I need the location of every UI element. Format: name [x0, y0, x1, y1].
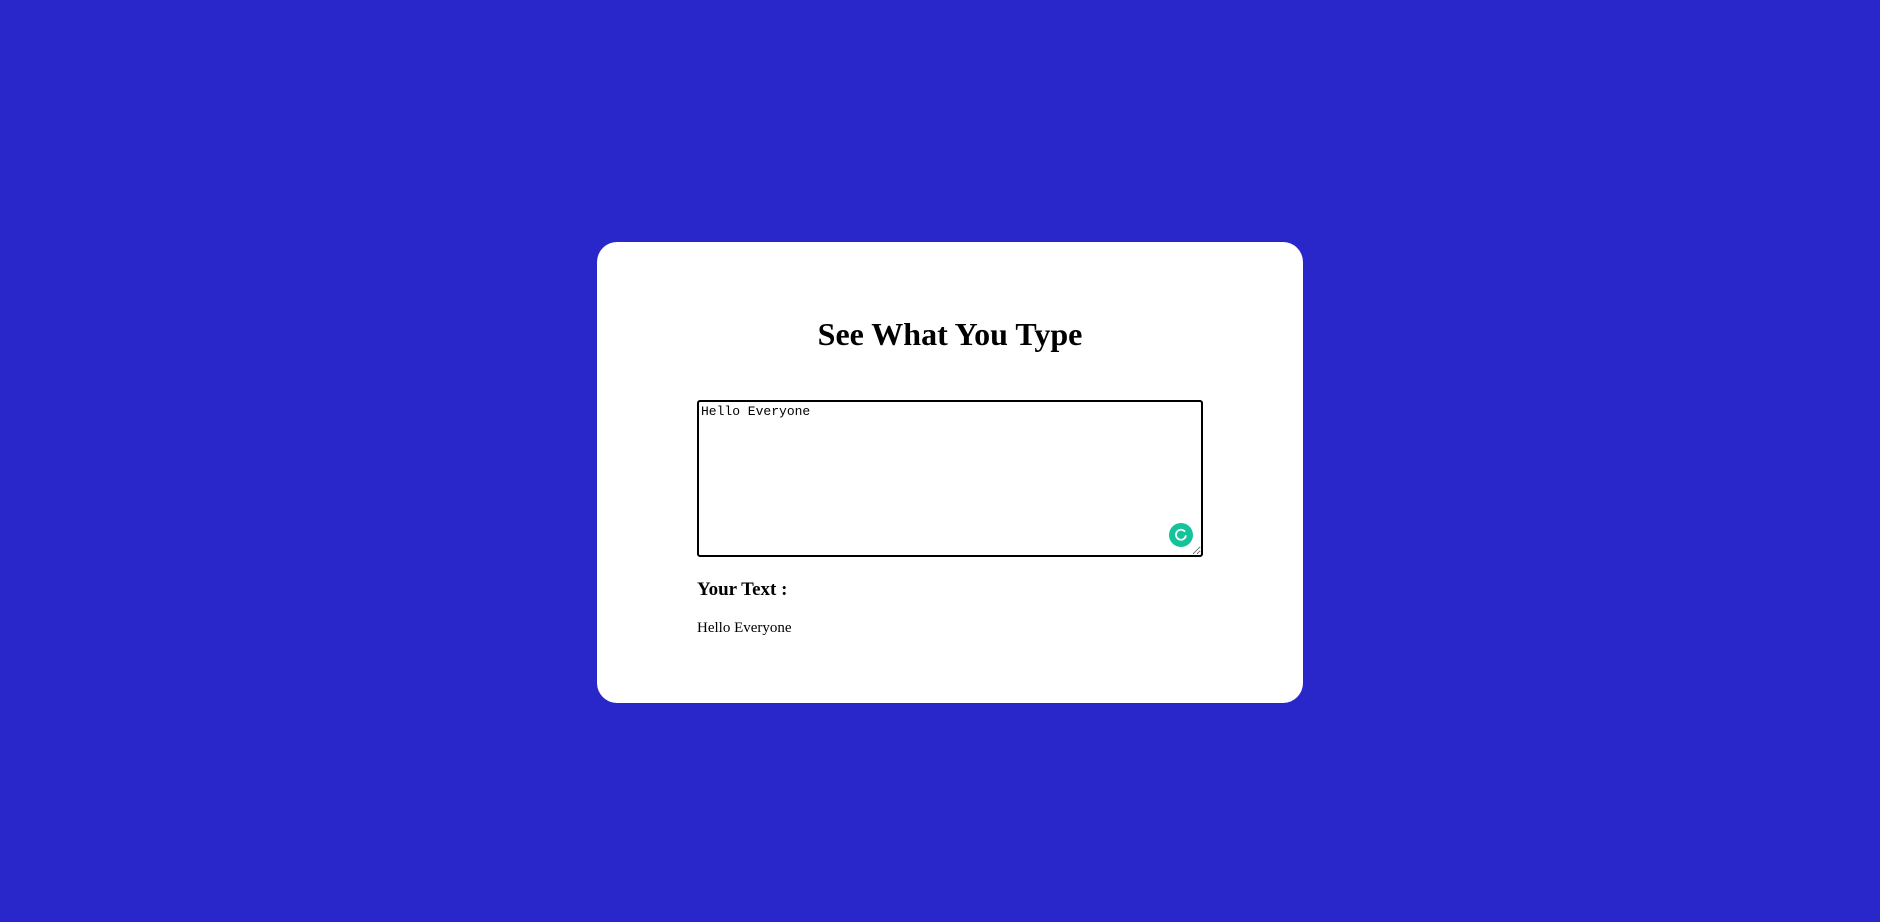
main-card: See What You Type Your Text : Hello Ever… — [597, 242, 1303, 703]
text-input-area[interactable] — [697, 400, 1203, 557]
editor-container — [697, 400, 1203, 557]
page-title: See What You Type — [817, 316, 1083, 352]
output-text: Hello Everyone — [697, 620, 792, 636]
output-label: Your Text : — [697, 579, 788, 600]
grammarly-icon[interactable] — [1169, 523, 1193, 547]
